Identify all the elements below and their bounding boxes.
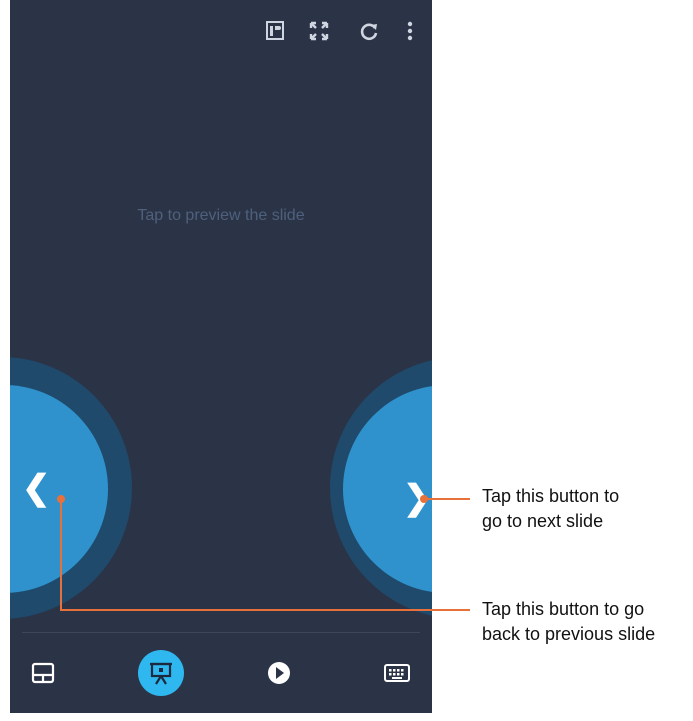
next-slide-callout: Tap this button to go to next slide [482,484,619,534]
previous-callout-line [60,499,470,611]
next-callout-line1: Tap this button to [482,486,620,506]
next-callout-line2: go to next slide [482,511,604,531]
previous-callout-line1: Tap this button to go [482,599,645,619]
previous-slide-callout: Tap this button to go back to previous s… [482,597,655,647]
previous-callout-line2: back to previous slide [482,624,656,644]
